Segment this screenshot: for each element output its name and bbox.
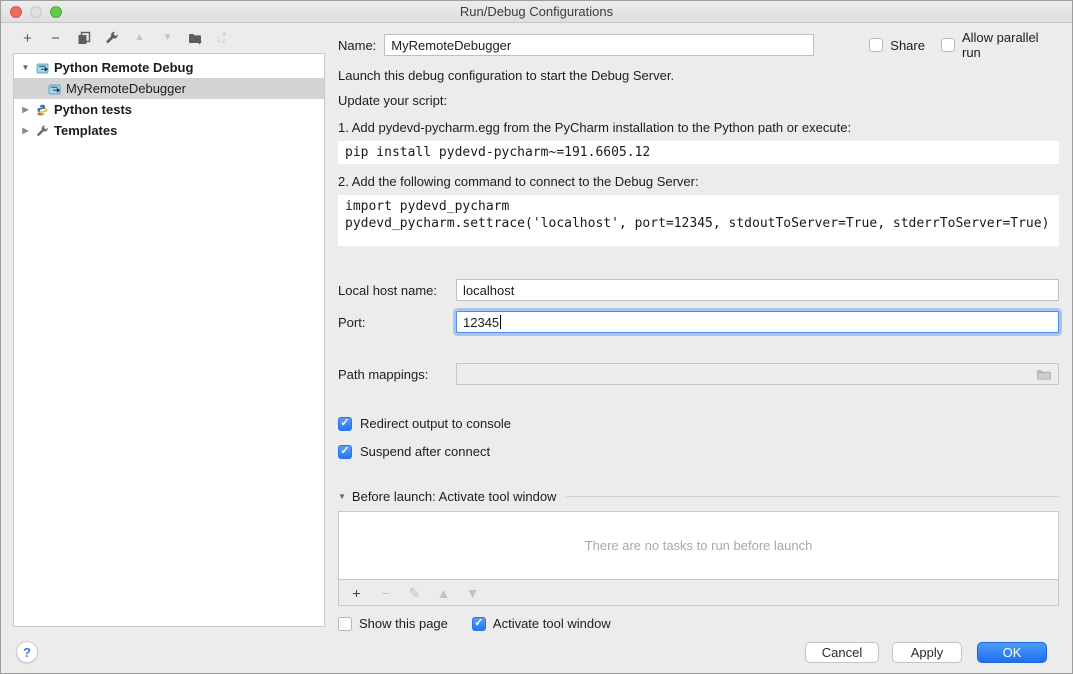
add-configuration-icon[interactable]: + (20, 31, 35, 46)
before-launch-task-list[interactable]: There are no tasks to run before launch (338, 511, 1059, 580)
port-input[interactable]: 12345 (456, 311, 1059, 333)
local-host-row: Local host name: (338, 279, 1059, 301)
edit-task-pencil-icon[interactable]: ✎ (407, 585, 422, 600)
copy-configuration-icon[interactable] (76, 31, 91, 46)
chevron-right-icon[interactable]: ▶ (20, 126, 31, 135)
name-input[interactable] (384, 34, 814, 56)
chevron-right-icon[interactable]: ▶ (20, 105, 31, 114)
name-row: Name: ✓ Share ✓ Allow parallel run (338, 34, 1059, 56)
tree-item-label: Python tests (54, 102, 132, 117)
zoom-window-button[interactable] (50, 6, 62, 18)
tree-item-label: Python Remote Debug (54, 60, 193, 75)
chevron-down-icon[interactable]: ▼ (338, 492, 346, 501)
share-checkbox-group[interactable]: ✓ Share (869, 38, 925, 53)
remove-task-icon[interactable]: − (378, 585, 393, 600)
divider (566, 496, 1059, 497)
allow-parallel-run-label: Allow parallel run (962, 30, 1059, 60)
show-this-page-label: Show this page (359, 616, 448, 631)
chevron-down-icon[interactable]: ▼ (20, 63, 31, 72)
tree-item-myremotedebugger[interactable]: MyRemoteDebugger (14, 78, 324, 99)
local-host-name-label: Local host name: (338, 283, 456, 298)
empty-tasks-message: There are no tasks to run before launch (585, 538, 813, 553)
run-debug-configurations-dialog: Run/Debug Configurations + − ▲ ▼ ↓az ▼ P… (0, 0, 1073, 674)
before-launch-title: Before launch: Activate tool window (352, 489, 557, 504)
wrench-icon (36, 125, 49, 137)
minimize-window-button[interactable] (30, 6, 42, 18)
task-toolbar: + − ✎ ▲ ▼ (338, 580, 1059, 606)
name-label: Name: (338, 38, 376, 53)
settrace-code-line-2: pydevd_pycharm.settrace('localhost', por… (345, 215, 1052, 232)
cancel-button[interactable]: Cancel (805, 642, 879, 663)
question-mark-icon: ? (23, 645, 31, 660)
folder-icon[interactable] (1036, 368, 1052, 384)
suspend-after-connect-row[interactable]: ✓ Suspend after connect (338, 444, 1059, 459)
sort-alphabetically-icon[interactable]: ↓az (216, 31, 226, 45)
path-mappings-row: Path mappings: (338, 363, 1059, 385)
tree-item-templates[interactable]: ▶ Templates (14, 120, 324, 141)
dialog-footer: ? Cancel Apply OK (1, 631, 1072, 673)
settrace-code-line-1: import pydevd_pycharm (345, 198, 1052, 215)
suspend-after-connect-label: Suspend after connect (360, 444, 490, 459)
move-up-icon[interactable]: ▲ (132, 31, 147, 46)
tree-item-python-remote-debug[interactable]: ▼ Python Remote Debug (14, 57, 324, 78)
title-bar: Run/Debug Configurations (1, 1, 1072, 23)
edit-defaults-wrench-icon[interactable] (104, 31, 119, 46)
configurations-tree: ▼ Python Remote Debug MyRemoteDebugger ▶… (13, 53, 325, 627)
apply-button[interactable]: Apply (892, 642, 962, 663)
before-launch-options: ✓ Show this page ✓ Activate tool window (338, 616, 1059, 631)
intro-line-2: Update your script: (338, 93, 1059, 108)
move-down-icon[interactable]: ▼ (160, 31, 175, 46)
close-window-button[interactable] (10, 6, 22, 18)
settrace-code: import pydevd_pycharm pydevd_pycharm.set… (338, 195, 1059, 246)
local-host-name-input[interactable] (456, 279, 1059, 301)
traffic-lights (10, 1, 62, 23)
before-launch-header[interactable]: ▼ Before launch: Activate tool window (338, 489, 1059, 504)
move-task-down-icon[interactable]: ▼ (465, 585, 480, 600)
redirect-output-row[interactable]: ✓ Redirect output to console (338, 416, 1059, 431)
configuration-form: Name: ✓ Share ✓ Allow parallel run Launc… (338, 23, 1059, 631)
tree-item-label: Templates (54, 123, 117, 138)
help-button[interactable]: ? (16, 641, 38, 663)
text-cursor (500, 315, 501, 329)
tree-toolbar: + − ▲ ▼ ↓az (1, 23, 338, 53)
path-mappings-label: Path mappings: (338, 367, 456, 382)
port-label: Port: (338, 315, 456, 330)
configurations-panel: + − ▲ ▼ ↓az ▼ Python Remote Debug (1, 23, 338, 631)
allow-parallel-run-checkbox[interactable]: ✓ (941, 38, 955, 52)
step-1-text: 1. Add pydevd-pycharm.egg from the PyCha… (338, 120, 1059, 135)
path-mappings-input[interactable] (456, 363, 1059, 385)
redirect-output-checkbox[interactable]: ✓ (338, 417, 352, 431)
pip-install-code: pip install pydevd-pycharm~=191.6605.12 (338, 141, 1059, 164)
remove-configuration-icon[interactable]: − (48, 31, 63, 46)
ok-button[interactable]: OK (977, 642, 1047, 663)
python-icon (36, 104, 49, 116)
tree-item-python-tests[interactable]: ▶ Python tests (14, 99, 324, 120)
remote-debug-icon (36, 62, 49, 74)
intro-line-1: Launch this debug configuration to start… (338, 68, 1059, 83)
activate-tool-window-label: Activate tool window (493, 616, 611, 631)
remote-debug-icon (48, 83, 61, 95)
step-2-text: 2. Add the following command to connect … (338, 174, 1059, 189)
port-row: Port: 12345 (338, 311, 1059, 333)
new-folder-icon[interactable] (188, 31, 203, 46)
share-label: Share (890, 38, 925, 53)
move-task-up-icon[interactable]: ▲ (436, 585, 451, 600)
tree-item-label: MyRemoteDebugger (66, 81, 186, 96)
redirect-output-label: Redirect output to console (360, 416, 511, 431)
add-task-icon[interactable]: + (349, 585, 364, 600)
window-title: Run/Debug Configurations (1, 4, 1072, 19)
allow-parallel-checkbox-group[interactable]: ✓ Allow parallel run (941, 30, 1059, 60)
activate-tool-window-checkbox[interactable]: ✓ (472, 617, 486, 631)
share-checkbox[interactable]: ✓ (869, 38, 883, 52)
show-this-page-checkbox[interactable]: ✓ (338, 617, 352, 631)
suspend-after-connect-checkbox[interactable]: ✓ (338, 445, 352, 459)
